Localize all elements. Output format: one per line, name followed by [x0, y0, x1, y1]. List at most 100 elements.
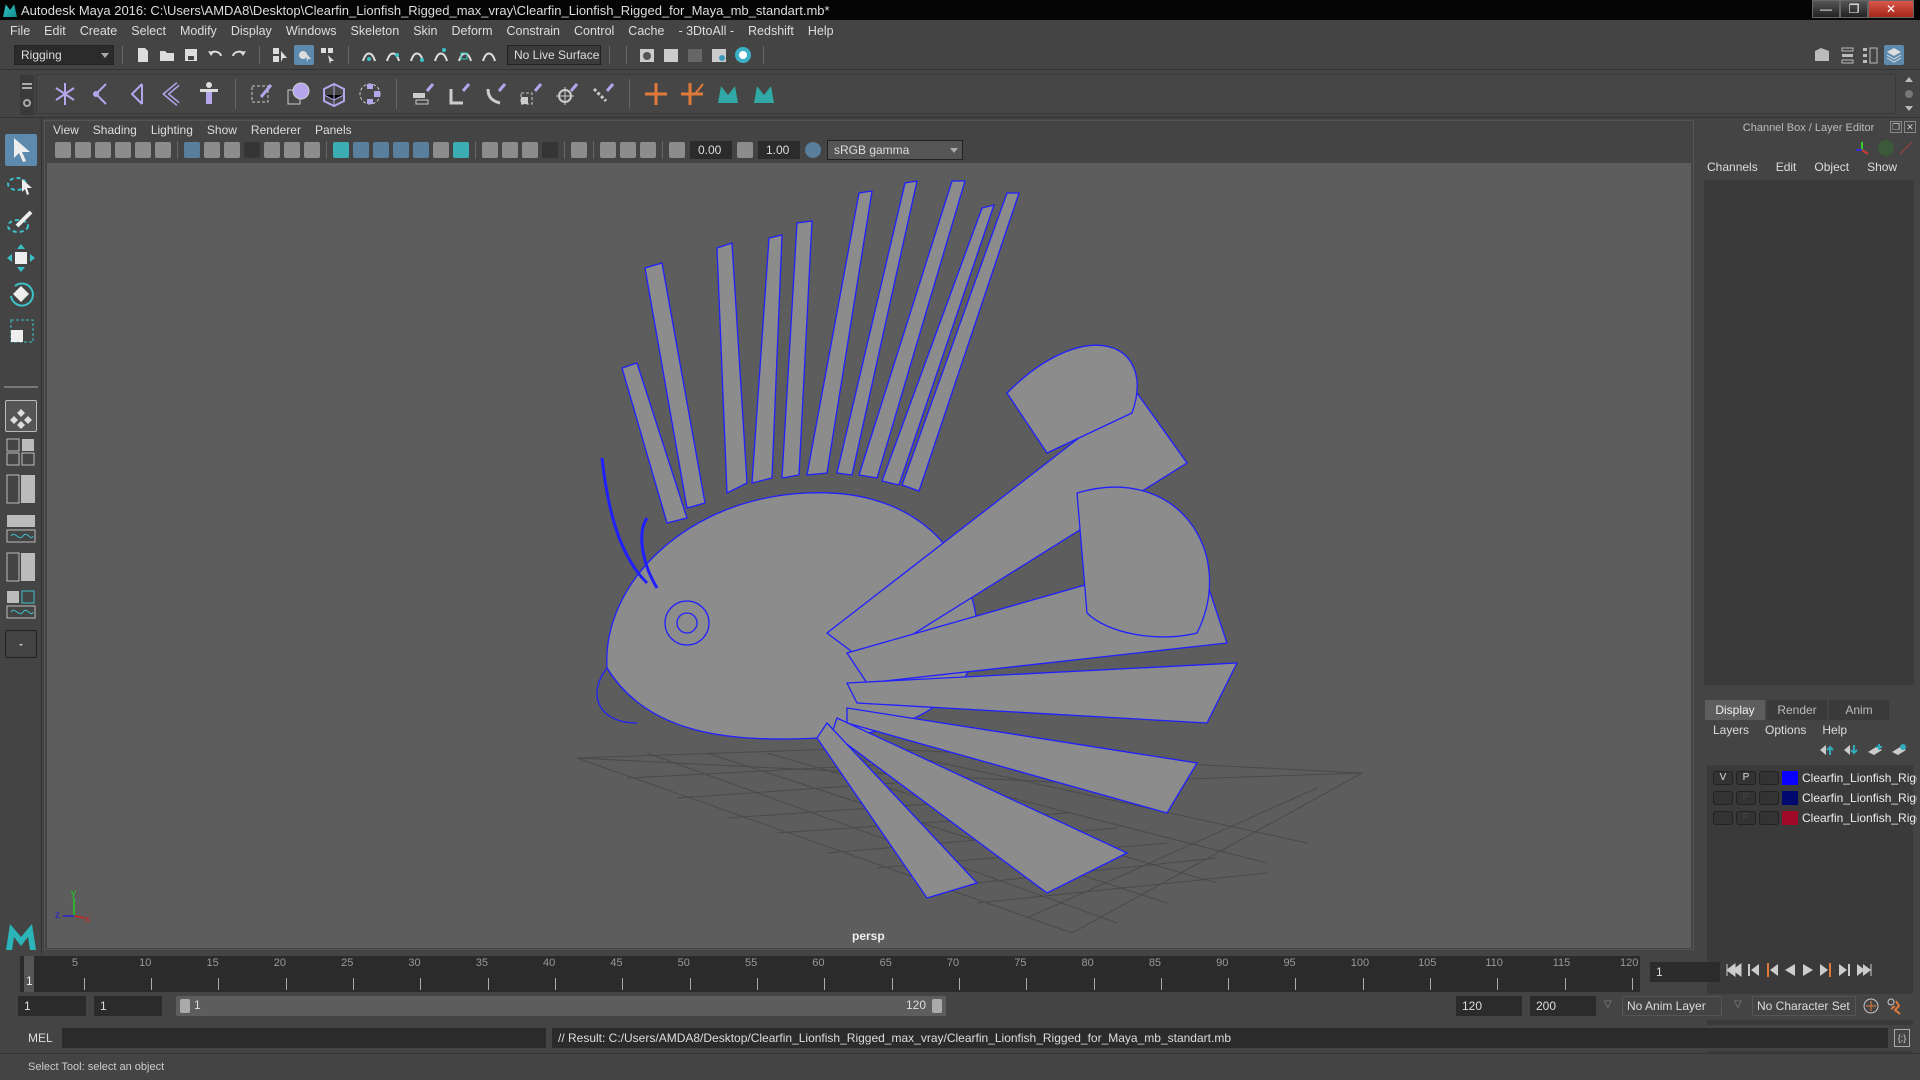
- lasso-tool-icon[interactable]: [5, 170, 37, 202]
- textured-icon[interactable]: [413, 142, 429, 158]
- menu-constrain[interactable]: Constrain: [507, 24, 561, 38]
- visibility-toggle[interactable]: [1713, 811, 1733, 825]
- wireframe-icon[interactable]: [333, 142, 349, 158]
- menu-create[interactable]: Create: [80, 24, 118, 38]
- point-constraint-icon[interactable]: [446, 81, 472, 107]
- character-set-dropdown[interactable]: No Character Set: [1752, 996, 1856, 1016]
- menu-modify[interactable]: Modify: [180, 24, 217, 38]
- ipr-render-icon[interactable]: [661, 45, 681, 65]
- move-layer-up-icon[interactable]: [1819, 744, 1835, 759]
- ik-spline-icon[interactable]: [124, 81, 150, 107]
- gate-mask-icon[interactable]: [244, 142, 260, 158]
- animation-end-field[interactable]: 200: [1530, 996, 1596, 1016]
- layer-name[interactable]: Clearfin_Lionfish_Rigg: [1802, 791, 1917, 805]
- modeling-toolkit-icon[interactable]: [1812, 45, 1832, 65]
- camera-select-icon[interactable]: [55, 142, 71, 158]
- playback-start-field[interactable]: 1: [94, 996, 162, 1016]
- display-type-toggle[interactable]: [1759, 811, 1779, 825]
- single-perspective-layout-icon[interactable]: [5, 400, 37, 432]
- ipr-disabled-icon[interactable]: [685, 45, 705, 65]
- menu-help[interactable]: Help: [808, 24, 834, 38]
- menu-3dtoall[interactable]: - 3DtoAll -: [678, 24, 734, 38]
- snap-grid-icon[interactable]: [359, 45, 379, 65]
- anim-layer-arrow-icon[interactable]: ▽: [1604, 999, 1612, 1010]
- smooth-shade-icon[interactable]: [353, 142, 369, 158]
- layer-name[interactable]: Clearfin_Lionfish_Rigg: [1802, 811, 1917, 825]
- attribute-editor-icon[interactable]: [1836, 45, 1856, 65]
- cb-menu-channels[interactable]: Channels: [1707, 160, 1758, 174]
- menu-file[interactable]: File: [10, 24, 30, 38]
- hypershade-layout-icon[interactable]: [5, 552, 37, 582]
- layout-menu-button[interactable]: [5, 630, 37, 658]
- create-joint-icon[interactable]: [52, 81, 78, 107]
- gamma-field[interactable]: 1.00: [758, 141, 800, 159]
- menu-control[interactable]: Control: [574, 24, 614, 38]
- play-forwards-icon[interactable]: [1801, 962, 1815, 981]
- range-slider[interactable]: 1 120: [176, 996, 946, 1016]
- tab-anim[interactable]: Anim: [1829, 700, 1889, 720]
- default-material-icon[interactable]: [373, 142, 389, 158]
- select-object-icon[interactable]: [294, 45, 314, 65]
- display-type-toggle[interactable]: [1759, 791, 1779, 805]
- maya-plugin-icon-2[interactable]: [751, 81, 777, 107]
- playback-toggle[interactable]: P: [1736, 791, 1756, 805]
- anim-layout-icon[interactable]: [5, 590, 37, 620]
- anti-aliasing-icon[interactable]: [522, 142, 538, 158]
- panel-menu-renderer[interactable]: Renderer: [251, 123, 301, 137]
- range-end-handle[interactable]: [932, 999, 942, 1013]
- minimize-button[interactable]: —: [1812, 0, 1840, 18]
- playback-toggle[interactable]: P: [1736, 811, 1756, 825]
- rotate-tool-icon[interactable]: [5, 278, 37, 310]
- menu-edit[interactable]: Edit: [44, 24, 66, 38]
- anim-layer-dropdown[interactable]: No Anim Layer: [1622, 996, 1722, 1016]
- anim-preferences-icon[interactable]: [1886, 997, 1904, 1018]
- tab-display[interactable]: Display: [1705, 700, 1765, 720]
- time-slider[interactable]: 5 10 15 20 25 30 35 40 45 50 55 60 65 70 75 80 85 90 95 100…: [20, 956, 1640, 992]
- safe-title-icon[interactable]: [304, 142, 320, 158]
- gamma-icon[interactable]: [737, 142, 753, 158]
- layer-name[interactable]: Clearfin_Lionfish_Rigg: [1802, 771, 1917, 785]
- close-button[interactable]: ✕: [1868, 0, 1914, 18]
- auto-key-icon[interactable]: [1862, 997, 1880, 1018]
- layer-color-swatch[interactable]: [1782, 791, 1798, 805]
- snap-curve-icon[interactable]: [383, 45, 403, 65]
- step-back-key-icon[interactable]: [1765, 962, 1779, 981]
- xray-active-icon[interactable]: [620, 142, 636, 158]
- new-empty-layer-icon[interactable]: [1867, 744, 1883, 759]
- xray-joints-icon[interactable]: [640, 142, 656, 158]
- layer-row[interactable]: P Clearfin_Lionfish_Rigg: [1713, 809, 1917, 827]
- camera-attributes-icon[interactable]: [75, 142, 91, 158]
- go-to-start-icon[interactable]: [1725, 962, 1743, 981]
- playback-toggle[interactable]: P: [1736, 771, 1756, 785]
- manipulator-axes-icon[interactable]: [1854, 140, 1870, 159]
- menu-select[interactable]: Select: [131, 24, 166, 38]
- restore-button[interactable]: ❐: [1840, 0, 1868, 18]
- cb-menu-show[interactable]: Show: [1867, 160, 1897, 174]
- locator-icon[interactable]: [643, 81, 669, 107]
- go-to-end-icon[interactable]: [1855, 962, 1873, 981]
- bookmark-icon[interactable]: [95, 142, 111, 158]
- move-tool-icon[interactable]: [5, 242, 37, 274]
- grid-toggle-icon[interactable]: [184, 142, 200, 158]
- speed-toggle-icon[interactable]: [1878, 140, 1894, 156]
- orient-constraint-icon[interactable]: [482, 81, 508, 107]
- shelf-tab-controls[interactable]: [20, 75, 34, 115]
- step-forward-frame-icon[interactable]: [1837, 962, 1851, 981]
- menu-display[interactable]: Display: [231, 24, 272, 38]
- le-menu-options[interactable]: Options: [1765, 723, 1806, 737]
- save-scene-icon[interactable]: [181, 45, 201, 65]
- pole-vector-constraint-icon[interactable]: [590, 81, 616, 107]
- snap-view-plane-icon[interactable]: [431, 45, 451, 65]
- command-input[interactable]: [62, 1028, 546, 1048]
- animation-start-field[interactable]: 1: [18, 996, 86, 1016]
- menu-skeleton[interactable]: Skeleton: [351, 24, 400, 38]
- panel-menu-panels[interactable]: Panels: [315, 123, 352, 137]
- exposure-icon[interactable]: [669, 142, 685, 158]
- open-scene-icon[interactable]: [157, 45, 177, 65]
- menu-windows[interactable]: Windows: [286, 24, 337, 38]
- visibility-toggle[interactable]: V: [1713, 771, 1733, 785]
- paint-weights-icon[interactable]: [249, 81, 275, 107]
- select-tool-icon[interactable]: [5, 134, 37, 166]
- snap-point-icon[interactable]: [407, 45, 427, 65]
- playback-end-field[interactable]: 120: [1456, 996, 1522, 1016]
